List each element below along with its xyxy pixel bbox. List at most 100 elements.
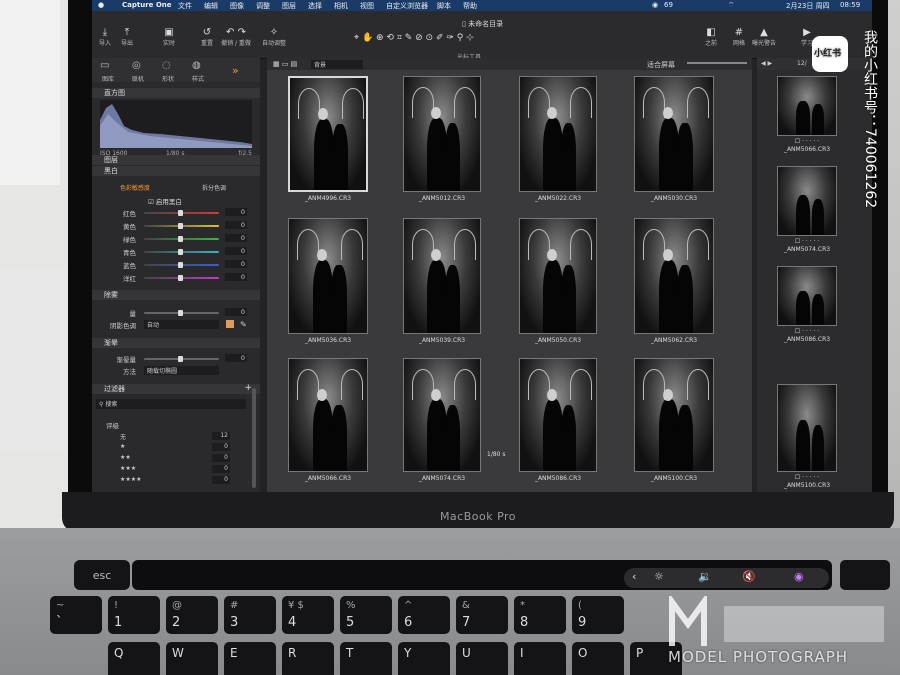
filmstrip-thumbnail[interactable]: ☐ · · · · · _ANM5066.CR3 [767, 76, 867, 176]
menu-help[interactable]: 帮助 [463, 1, 477, 11]
wifi-icon[interactable]: ⌔ [728, 1, 735, 10]
menu-select[interactable]: 选择 [308, 1, 322, 11]
style-tab-icon[interactable]: ◍ [192, 60, 201, 71]
menu-image[interactable]: 图像 [230, 1, 244, 11]
rating-filter-row-0[interactable]: 无 12 [92, 432, 260, 442]
tab-split-toning[interactable]: 拆分色调 [202, 183, 226, 192]
key-4[interactable]: ¥ $4 [282, 596, 334, 634]
rating-filter-row-1[interactable]: ★ 0 [92, 443, 260, 453]
undo-redo-button[interactable]: ↶ ↷ 撤销 / 重做 [216, 27, 256, 47]
vignette-method-select[interactable]: 随载切椭圆 [144, 366, 219, 375]
thumbnail[interactable]: _ANM5100.CR3 [619, 358, 729, 492]
menu-custom-browser[interactable]: 自定义浏览器 [386, 1, 428, 11]
thumbnail[interactable]: _ANM5066.CR3 [273, 358, 383, 492]
capture-tab-icon[interactable]: ◎ [132, 60, 141, 71]
dehaze-tone-select[interactable]: 自动 [144, 320, 219, 329]
bw-knob-3[interactable] [178, 249, 183, 255]
touch-bar-controls[interactable]: ‹ ☼ 🔉 🔇 ◉ [624, 568, 829, 588]
filter-header[interactable]: 过滤器 + [92, 383, 260, 394]
apple-icon[interactable]: ● [98, 1, 104, 9]
layers-header[interactable]: 图层 [92, 155, 260, 165]
vignette-amount-knob[interactable] [178, 356, 183, 362]
mute-icon[interactable]: 🔇 [742, 570, 756, 583]
rating-filter-row-3[interactable]: ★★★ 0 [92, 465, 260, 475]
bw-knob-0[interactable] [178, 210, 183, 216]
bw-header[interactable]: 黑白 [92, 166, 260, 176]
bw-knob-2[interactable] [178, 236, 183, 242]
key-t[interactable]: T [340, 642, 392, 675]
bw-knob-5[interactable] [178, 275, 183, 281]
view-mode-icons[interactable]: ▦ ▭ ▤ [273, 60, 297, 68]
menu-camera[interactable]: 相机 [334, 1, 348, 11]
key-3[interactable]: #3 [224, 596, 276, 634]
key-`[interactable]: ~ ` [50, 596, 102, 634]
menu-layer[interactable]: 图层 [282, 1, 296, 11]
live-button[interactable]: ▣ 实时 [154, 27, 184, 47]
eyedropper-icon[interactable]: ✎ [240, 320, 247, 329]
key-q[interactable]: Q [108, 642, 160, 675]
thumbnail[interactable]: _ANM5030.CR3 [619, 76, 729, 211]
key-8[interactable]: * 8 [514, 596, 566, 634]
dehaze-amount-knob[interactable] [178, 310, 183, 316]
key-i[interactable]: I [514, 642, 566, 675]
tab-library[interactable]: 图库 [102, 74, 114, 83]
brightness-icon[interactable]: ☼ [654, 570, 664, 583]
thumbnail[interactable]: _ANM5050.CR3 [503, 218, 613, 353]
add-filter-icon[interactable]: + [244, 383, 252, 393]
filmstrip-thumbnail[interactable]: ☐ · · · · · _ANM5074.CR3 [767, 166, 867, 266]
before-button[interactable]: ◧ 之前 [696, 27, 726, 47]
filmstrip-thumbnail[interactable]: ☐ · · · · · _ANM5086.CR3 [767, 266, 867, 366]
rating-filter-row-2[interactable]: ★★ 0 [92, 454, 260, 464]
thumbnail[interactable]: _ANM5074.CR3 [387, 358, 497, 492]
siri-icon[interactable]: ◉ [794, 570, 804, 583]
library-tab-icon[interactable]: ▭ [100, 60, 109, 71]
rating-stars[interactable]: ☐ · · · · · [757, 328, 857, 335]
dehaze-color-swatch[interactable] [226, 320, 234, 328]
bw-knob-4[interactable] [178, 262, 183, 268]
key-9[interactable]: (9 [572, 596, 624, 634]
touch-id-key[interactable] [840, 560, 890, 590]
bw-knob-1[interactable] [178, 223, 183, 229]
menu-view[interactable]: 视图 [360, 1, 374, 11]
dehaze-header[interactable]: 除雾 [92, 290, 260, 300]
filter-search-input[interactable]: ⚲ 搜索 [96, 399, 246, 409]
thumbnail[interactable]: _ANM5086.CR3 [503, 358, 613, 492]
rating-stars[interactable]: ☐ · · · · · [757, 474, 857, 481]
background-select[interactable]: 背景 [311, 60, 363, 69]
rating-stars[interactable]: ☐ · · · · · [757, 138, 857, 145]
menu-file[interactable]: 文件 [178, 1, 192, 11]
enable-bw-checkbox[interactable]: ☑ 启用黑白 [148, 196, 182, 206]
thumbnail[interactable]: _ANM5022.CR3 [503, 76, 613, 211]
rating-stars[interactable]: ☐ · · · · · [757, 238, 857, 245]
key-e[interactable]: E [224, 642, 276, 675]
rating-filter-row-4[interactable]: ★★★★ 0 [92, 476, 260, 486]
menu-edit[interactable]: 编辑 [204, 1, 218, 11]
menu-script[interactable]: 脚本 [437, 1, 451, 11]
histogram-header[interactable]: 直方图 [92, 88, 260, 98]
key-w[interactable]: W [166, 642, 218, 675]
vignette-header[interactable]: 渐晕 [92, 338, 260, 348]
key-o[interactable]: O [572, 642, 624, 675]
thumbnail[interactable]: _ANM4996.CR3 [273, 76, 383, 211]
export-button[interactable]: ⤒ 导出 [112, 27, 142, 47]
tab-shape[interactable]: 形状 [162, 74, 174, 83]
thumbnail[interactable]: _ANM5039.CR3 [387, 218, 497, 353]
collapse-icon[interactable]: ‹ [632, 570, 636, 583]
shape-tab-icon[interactable]: ◌ [162, 60, 171, 71]
key-7[interactable]: & 7 [456, 596, 508, 634]
exposure-warning-button[interactable]: ▲ 曝光警告 [746, 27, 782, 47]
fit-screen-label[interactable]: 适合屏幕 [647, 60, 675, 70]
key-u[interactable]: U [456, 642, 508, 675]
tab-style[interactable]: 样式 [192, 74, 204, 83]
playback-icons[interactable]: ◀ ▶ [761, 60, 772, 67]
cursor-tools-group[interactable]: ⌖ ✋ ⊕ ⟲ ⌗ ✎ ⊘ ⊙ ✐ ✑ ⚲ ⊹ [354, 33, 474, 43]
thumbnail[interactable]: _ANM5036.CR3 [273, 218, 383, 353]
menu-adjust[interactable]: 调整 [256, 1, 270, 11]
more-tabs-icon[interactable]: » [232, 64, 239, 77]
key-5[interactable]: % 5 [340, 596, 392, 634]
wechat-icon[interactable]: ◉ [652, 1, 658, 9]
tab-color-sensitivity[interactable]: 色彩敏感度 [120, 183, 150, 192]
thumbnail[interactable]: _ANM5012.CR3 [387, 76, 497, 211]
thumbnail[interactable]: _ANM5062.CR3 [619, 218, 729, 353]
filmstrip-thumbnail[interactable]: ☐ · · · · · _ANM5100.CR3 [767, 384, 867, 489]
